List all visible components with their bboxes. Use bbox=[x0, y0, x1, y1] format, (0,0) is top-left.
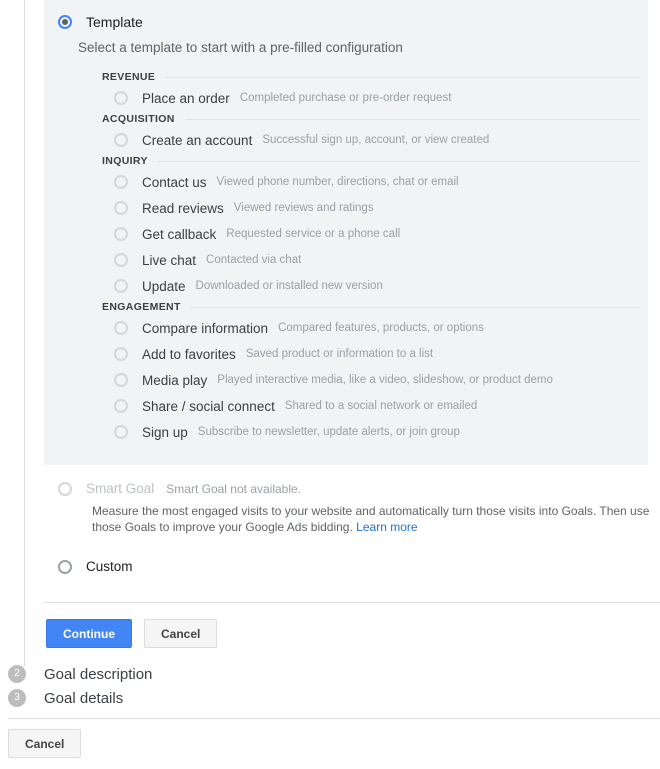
option-label: Update bbox=[142, 278, 186, 294]
group-inquiry: INQUIRY Contact us Viewed phone number, … bbox=[102, 155, 648, 299]
group-revenue: REVENUE Place an order Completed purchas… bbox=[102, 71, 648, 111]
step-title: Goal description bbox=[44, 665, 153, 683]
custom-radio-row[interactable]: Custom bbox=[44, 559, 660, 574]
option-description: Completed purchase or pre-order request bbox=[239, 92, 452, 104]
option-description: Compared features, products, or options bbox=[278, 322, 484, 334]
group-engagement: ENGAGEMENT Compare information Compared … bbox=[102, 301, 648, 445]
option-label: Sign up bbox=[142, 424, 188, 440]
option-radio[interactable] bbox=[114, 373, 128, 387]
smart-goal-radio bbox=[58, 481, 72, 496]
option-add-to-favorites[interactable]: Add to favorites Saved product or inform… bbox=[102, 341, 648, 367]
option-radio[interactable] bbox=[114, 91, 128, 105]
step-actions: Continue Cancel bbox=[44, 619, 660, 648]
template-groups: REVENUE Place an order Completed purchas… bbox=[102, 71, 648, 445]
template-subtitle: Select a template to start with a pre-fi… bbox=[78, 40, 403, 55]
group-title: ACQUISITION bbox=[102, 113, 175, 125]
smart-goal-section: Smart Goal Smart Goal not available. Mea… bbox=[44, 481, 660, 535]
option-radio[interactable] bbox=[114, 175, 128, 189]
footer-cancel-button[interactable]: Cancel bbox=[8, 729, 82, 758]
option-radio[interactable] bbox=[114, 227, 128, 241]
continue-button[interactable]: Continue bbox=[46, 619, 132, 648]
group-header: ACQUISITION bbox=[102, 113, 648, 125]
option-update[interactable]: Update Downloaded or installed new versi… bbox=[102, 273, 648, 299]
smart-goal-radio-row: Smart Goal Smart Goal not available. bbox=[58, 481, 660, 496]
option-share-social-connect[interactable]: Share / social connect Shared to a socia… bbox=[102, 393, 648, 419]
option-description: Downloaded or installed new version bbox=[195, 280, 383, 292]
goal-setup-wizard: Template Select a template to start with… bbox=[8, 0, 660, 710]
step-number-badge: 2 bbox=[8, 665, 26, 683]
learn-more-link[interactable]: Learn more bbox=[356, 520, 417, 534]
option-label: Read reviews bbox=[142, 200, 224, 216]
group-acquisition: ACQUISITION Create an account Successful… bbox=[102, 113, 648, 153]
option-radio[interactable] bbox=[114, 253, 128, 267]
option-contact-us[interactable]: Contact us Viewed phone number, directio… bbox=[102, 169, 648, 195]
option-radio[interactable] bbox=[114, 201, 128, 215]
option-description: Saved product or information to a list bbox=[245, 348, 434, 360]
option-label: Contact us bbox=[142, 174, 207, 190]
template-radio-row[interactable]: Template bbox=[44, 14, 648, 30]
option-read-reviews[interactable]: Read reviews Viewed reviews and ratings bbox=[102, 195, 648, 221]
group-header: ENGAGEMENT bbox=[102, 301, 648, 313]
step-goal-details[interactable]: 3 Goal details bbox=[8, 686, 660, 710]
template-panel: Template Select a template to start with… bbox=[44, 0, 648, 465]
group-header: INQUIRY bbox=[102, 155, 648, 167]
step-number-badge: 3 bbox=[8, 689, 26, 707]
custom-label: Custom bbox=[86, 559, 133, 574]
option-radio[interactable] bbox=[114, 347, 128, 361]
option-get-callback[interactable]: Get callback Requested service or a phon… bbox=[102, 221, 648, 247]
group-title: ENGAGEMENT bbox=[102, 301, 181, 313]
option-label: Get callback bbox=[142, 226, 217, 242]
group-rule bbox=[184, 118, 640, 120]
group-rule bbox=[190, 306, 640, 308]
option-label: Media play bbox=[142, 372, 208, 388]
option-sign-up[interactable]: Sign up Subscribe to newsletter, update … bbox=[102, 419, 648, 445]
smart-goal-unavailable-note: Smart Goal not available. bbox=[166, 481, 302, 496]
smart-goal-description: Measure the most engaged visits to your … bbox=[92, 503, 652, 535]
option-label: Place an order bbox=[142, 90, 230, 106]
group-header: REVENUE bbox=[102, 71, 648, 83]
template-label: Template bbox=[86, 14, 143, 30]
option-description: Contacted via chat bbox=[206, 254, 302, 266]
smart-goal-label: Smart Goal bbox=[86, 481, 155, 496]
group-title: INQUIRY bbox=[102, 155, 148, 167]
option-label: Create an account bbox=[142, 132, 253, 148]
option-label: Add to favorites bbox=[142, 346, 236, 362]
option-description: Successful sign up, account, or view cre… bbox=[262, 134, 490, 146]
cancel-button[interactable]: Cancel bbox=[144, 619, 218, 648]
step-title: Goal details bbox=[44, 689, 124, 707]
step-goal-description[interactable]: 2 Goal description bbox=[8, 662, 660, 686]
option-radio[interactable] bbox=[114, 133, 128, 147]
group-rule bbox=[165, 76, 640, 78]
option-description: Viewed phone number, directions, chat or… bbox=[216, 176, 459, 188]
option-radio[interactable] bbox=[114, 279, 128, 293]
stepper-connector-line bbox=[24, 0, 25, 666]
option-radio[interactable] bbox=[114, 321, 128, 335]
option-media-play[interactable]: Media play Played interactive media, lik… bbox=[102, 367, 648, 393]
remaining-steps: 2 Goal description 3 Goal details bbox=[8, 662, 660, 710]
option-compare-information[interactable]: Compare information Compared features, p… bbox=[102, 315, 648, 341]
option-place-an-order[interactable]: Place an order Completed purchase or pre… bbox=[102, 85, 648, 111]
actions-divider bbox=[44, 602, 660, 603]
custom-radio[interactable] bbox=[58, 559, 72, 574]
option-label: Compare information bbox=[142, 320, 269, 336]
option-description: Requested service or a phone call bbox=[226, 228, 401, 240]
option-live-chat[interactable]: Live chat Contacted via chat bbox=[102, 247, 648, 273]
option-label: Live chat bbox=[142, 252, 197, 268]
group-rule bbox=[157, 160, 640, 162]
option-description: Viewed reviews and ratings bbox=[233, 202, 374, 214]
option-description: Shared to a social network or emailed bbox=[284, 400, 478, 412]
group-title: REVENUE bbox=[102, 71, 156, 83]
option-description: Played interactive media, like a video, … bbox=[217, 374, 553, 386]
footer-divider bbox=[8, 718, 660, 719]
option-radio[interactable] bbox=[114, 399, 128, 413]
footer: Cancel bbox=[8, 729, 82, 758]
template-radio[interactable] bbox=[58, 15, 72, 29]
option-radio[interactable] bbox=[114, 425, 128, 439]
option-create-an-account[interactable]: Create an account Successful sign up, ac… bbox=[102, 127, 648, 153]
option-description: Subscribe to newsletter, update alerts, … bbox=[197, 426, 460, 438]
option-label: Share / social connect bbox=[142, 398, 275, 414]
